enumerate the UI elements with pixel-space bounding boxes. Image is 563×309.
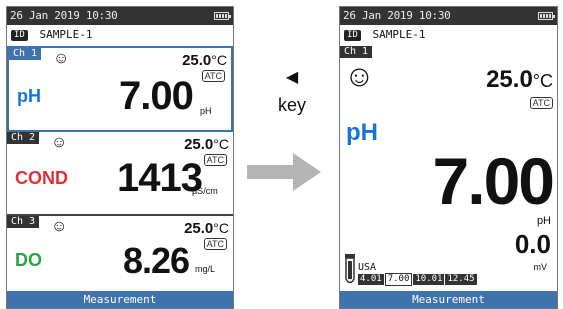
mv-unit: mV xyxy=(533,262,548,272)
atc-badge: ATC xyxy=(529,97,553,109)
smiley-icon: ☺ xyxy=(51,134,68,151)
parameter-label: pH xyxy=(17,86,41,106)
measurement-unit: µS/cm xyxy=(192,186,218,196)
id-badge: ID xyxy=(344,30,361,41)
status-bar: 26 Jan 2019 10:30 xyxy=(7,7,233,25)
channel-panel-3[interactable]: Ch 3 ☺ 25.0°C ATC DO 8.26 mg/L xyxy=(7,216,233,292)
temperature-readout: 25.0°C xyxy=(184,220,229,237)
temperature-readout: 25.0°C xyxy=(184,136,229,153)
battery-icon xyxy=(538,12,555,20)
measurement-value: 8.26 xyxy=(123,240,190,281)
buffer-list: 4.01 7.00 10.01 12.45 xyxy=(358,273,478,286)
temperature-readout: 25.0°C xyxy=(182,52,227,69)
smiley-icon: ☺ xyxy=(53,50,70,67)
mv-value: 0.0 xyxy=(514,229,551,259)
channel-panel-2[interactable]: Ch 2 ☺ 25.0°C ATC COND 1413 µS/cm xyxy=(7,132,233,216)
parameter-label: DO xyxy=(15,250,42,270)
sample-id-row: ID SAMPLE-1 xyxy=(340,26,557,44)
measurement-screen-multi: 26 Jan 2019 10:30 ID SAMPLE-1 Ch 1 ☺ 25.… xyxy=(6,6,234,309)
measurement-value: 1413 xyxy=(117,156,203,200)
status-bar: 26 Jan 2019 10:30 xyxy=(340,7,557,25)
measurement-unit: mg/L xyxy=(195,264,216,274)
smiley-icon: ☺ xyxy=(344,60,375,93)
left-arrow-key-icon[interactable]: ◀ xyxy=(262,68,322,88)
battery-icon xyxy=(214,12,231,20)
parameter-label: pH xyxy=(346,119,378,146)
left-key-hint: ◀ key xyxy=(262,68,322,128)
buffer-group: USA xyxy=(358,262,377,273)
buffer-panel: USA 4.01 7.00 10.01 12.45 xyxy=(358,262,478,286)
mode-footer: Measurement xyxy=(7,291,233,308)
channel-badge: Ch 3 xyxy=(7,216,40,228)
mode-footer: Measurement xyxy=(340,291,557,308)
key-label: key xyxy=(277,95,306,115)
id-badge: ID xyxy=(11,30,28,41)
channel-panel-1[interactable]: Ch 1 ☺ 25.0°C ATC pH 7.00 pH xyxy=(7,46,233,132)
measurement-value: 7.00 xyxy=(432,144,555,218)
measurement-unit: pH xyxy=(200,106,212,116)
sample-id: SAMPLE-1 xyxy=(372,28,426,41)
buffer-chip: 12.45 xyxy=(445,274,477,285)
buffer-chip: 4.01 xyxy=(358,274,384,285)
buffer-chip: 10.01 xyxy=(413,274,445,285)
atc-badge: ATC xyxy=(201,70,225,82)
channel-badge: Ch 1 xyxy=(340,46,373,58)
smiley-icon: ☺ xyxy=(51,218,68,235)
electrode-icon xyxy=(345,254,355,284)
atc-badge: ATC xyxy=(203,154,227,166)
channel-badge: Ch 2 xyxy=(7,132,40,144)
buffer-chip: 7.00 xyxy=(384,273,413,286)
temperature-readout: 25.0°C xyxy=(486,66,553,93)
measurement-value: 7.00 xyxy=(119,74,194,118)
parameter-label: COND xyxy=(15,168,68,188)
transition-arrow-icon xyxy=(247,153,321,191)
datetime: 26 Jan 2019 10:30 xyxy=(343,9,451,22)
measurement-screen-single: 26 Jan 2019 10:30 ID SAMPLE-1 Ch 1 ☺ 25.… xyxy=(339,6,558,309)
atc-badge: ATC xyxy=(203,238,227,250)
datetime: 26 Jan 2019 10:30 xyxy=(10,9,118,22)
sample-id: SAMPLE-1 xyxy=(39,28,93,41)
sample-id-row: ID SAMPLE-1 xyxy=(7,26,233,44)
measurement-unit: pH xyxy=(536,215,551,227)
channel-badge: Ch 1 xyxy=(9,48,42,60)
